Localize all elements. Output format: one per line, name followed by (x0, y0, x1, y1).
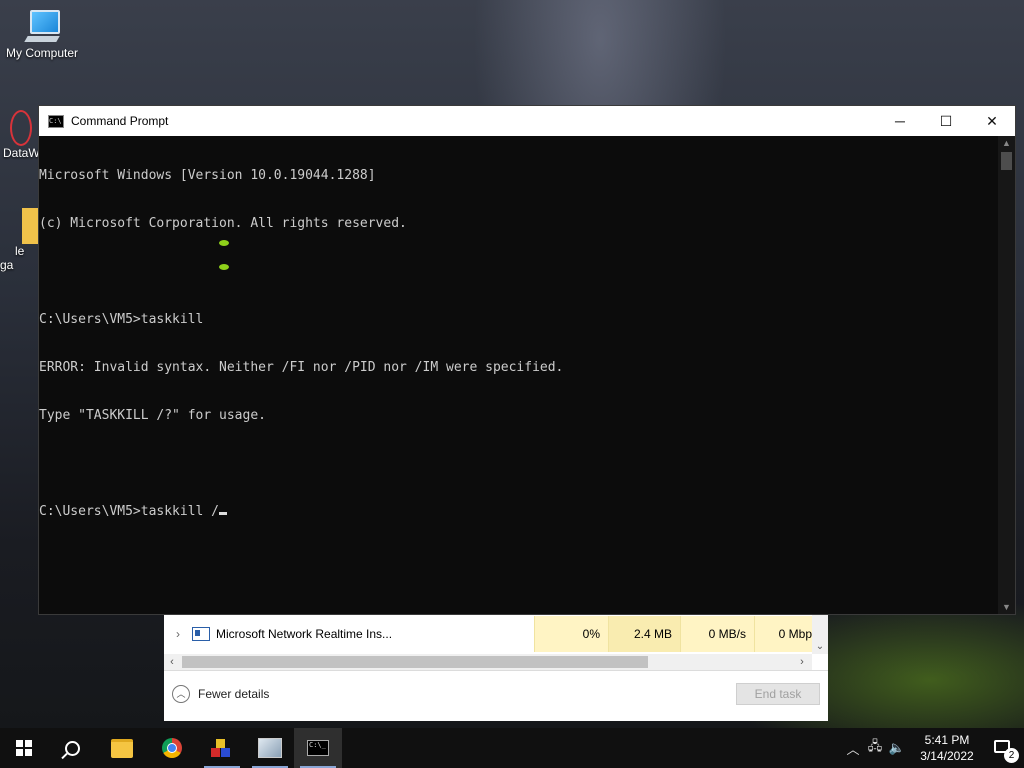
clock[interactable]: 5:41 PM 3/14/2022 (912, 732, 982, 764)
desktop-icon-label: My Computer (5, 46, 79, 60)
console-output[interactable]: Microsoft Windows [Version 10.0.19044.12… (39, 136, 999, 614)
chrome-icon (162, 738, 182, 758)
console-input-line[interactable]: C:\Users\VM5>taskkill / (39, 504, 999, 520)
command-prompt-icon: C:\_ (307, 740, 329, 756)
windows-logo-icon (16, 740, 32, 756)
system-tray: ︿ 🖧 🔈 5:41 PM 3/14/2022 2 (842, 728, 1024, 768)
process-name: Microsoft Network Realtime Ins... (216, 627, 393, 641)
disk-value: 0 MB/s (680, 616, 754, 652)
process-row[interactable]: › Microsoft Network Realtime Ins... 0% 2… (164, 616, 828, 652)
process-icon (192, 627, 210, 641)
image-app-taskbar-button[interactable] (246, 728, 294, 768)
console-line: Type "TASKKILL /?" for usage. (39, 408, 266, 423)
app-taskbar-button[interactable] (198, 728, 246, 768)
task-manager-footer: ︿ Fewer details End task (164, 670, 828, 721)
search-button[interactable] (48, 728, 96, 768)
console-scrollbar[interactable]: ▲ ▼ (998, 136, 1015, 614)
scroll-right-icon[interactable]: › (794, 654, 810, 670)
fewer-details-label: Fewer details (198, 687, 270, 701)
scroll-down-icon[interactable]: ▼ (998, 602, 1015, 612)
scroll-down-icon[interactable]: ⌄ (812, 641, 828, 652)
window-title: Command Prompt (71, 114, 169, 128)
start-button[interactable] (0, 728, 48, 768)
busy-cursor-icon (219, 264, 229, 270)
my-computer-desktop-icon[interactable]: My Computer (0, 10, 84, 60)
expand-chevron-icon[interactable]: › (164, 627, 192, 641)
scroll-left-icon[interactable]: ‹ (164, 654, 180, 670)
process-list-scrollbar[interactable]: ⌄ (812, 612, 828, 654)
computer-icon (24, 10, 60, 42)
clock-date: 3/14/2022 (920, 749, 974, 763)
dataw-desktop-icon[interactable]: DataW (0, 110, 40, 160)
task-manager-window: › Microsoft Network Realtime Ins... 0% 2… (164, 612, 828, 721)
show-hidden-icons-chevron-icon[interactable]: ︿ (842, 739, 864, 758)
action-center-button[interactable]: 2 (982, 728, 1024, 768)
scrollbar-thumb[interactable] (182, 656, 648, 668)
chrome-button[interactable] (148, 728, 196, 768)
app-icon (211, 738, 233, 758)
title-bar[interactable]: C:\ Command Prompt ─ ☐ ✕ (39, 106, 1015, 136)
folder-icon (22, 208, 38, 244)
desktop-icon-label: le ga (0, 244, 25, 272)
dataw-icon (10, 110, 32, 146)
minimize-button[interactable]: ─ (877, 106, 923, 136)
folder-desktop-icon[interactable]: le ga (0, 208, 40, 272)
maximize-button[interactable]: ☐ (923, 106, 969, 136)
busy-cursor-icon (219, 240, 229, 246)
taskbar: C:\_ ︿ 🖧 🔈 5:41 PM 3/14/2022 2 (0, 728, 1024, 768)
notification-count-badge: 2 (1004, 748, 1019, 763)
console-line: Microsoft Windows [Version 10.0.19044.12… (39, 168, 376, 183)
fewer-details-button[interactable]: ︿ Fewer details (172, 685, 269, 703)
desktop-icon-label: DataW (3, 146, 40, 160)
command-input-text: C:\Users\VM5>taskkill / (39, 504, 220, 519)
search-icon (64, 740, 80, 756)
memory-value: 2.4 MB (608, 616, 680, 652)
cpu-value: 0% (534, 616, 608, 652)
text-cursor (219, 512, 228, 515)
horizontal-scrollbar[interactable]: ‹ › (164, 654, 812, 670)
file-explorer-icon (111, 738, 133, 758)
command-prompt-taskbar-button[interactable]: C:\_ (294, 728, 342, 768)
console-line: ERROR: Invalid syntax. Neither /FI nor /… (39, 360, 564, 375)
scroll-up-icon[interactable]: ▲ (998, 138, 1015, 148)
command-prompt-window[interactable]: C:\ Command Prompt ─ ☐ ✕ Microsoft Windo… (38, 105, 1016, 615)
chevron-up-icon: ︿ (172, 685, 190, 703)
scrollbar-thumb[interactable] (1001, 152, 1012, 170)
network-icon[interactable]: 🖧 (864, 737, 886, 759)
image-app-icon (258, 738, 282, 758)
console-line: C:\Users\VM5>taskkill (39, 312, 204, 327)
command-prompt-icon: C:\ (48, 114, 64, 128)
volume-icon[interactable]: 🔈 (886, 740, 908, 756)
clock-time: 5:41 PM (924, 733, 970, 747)
file-explorer-button[interactable] (98, 728, 146, 768)
close-button[interactable]: ✕ (969, 106, 1015, 136)
console-line: (c) Microsoft Corporation. All rights re… (39, 216, 407, 231)
end-task-button[interactable]: End task (736, 683, 820, 705)
